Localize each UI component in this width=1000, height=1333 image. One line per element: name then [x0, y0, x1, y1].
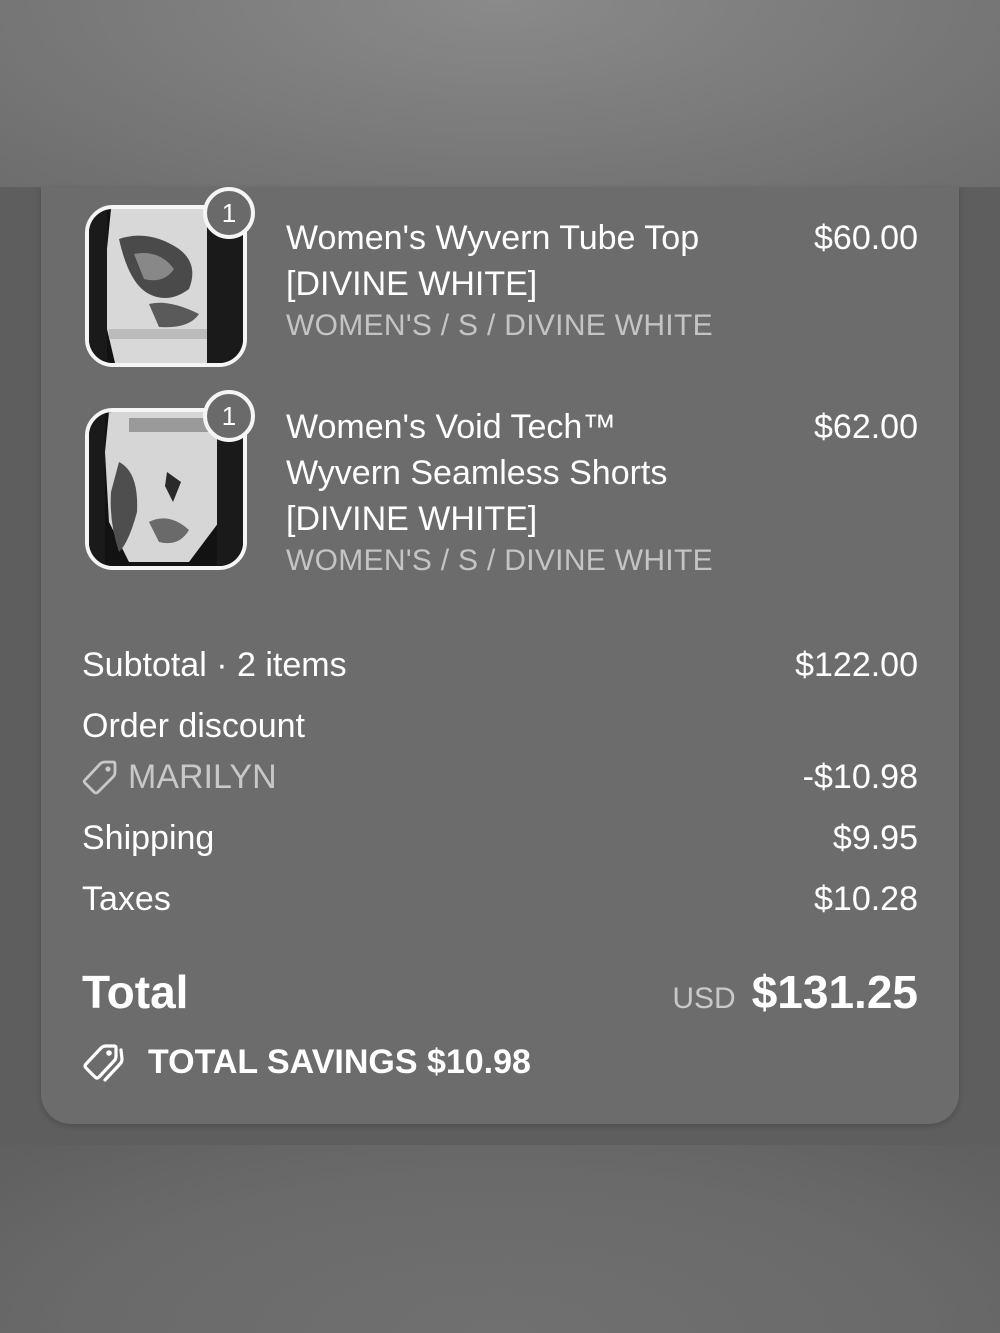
tags-icon: [83, 1044, 124, 1082]
item-title: Women's Void Tech™ Wyvern Seamless Short…: [286, 404, 746, 542]
discount-code: MARILYN: [82, 755, 277, 799]
item-variant: WOMEN'S / S / DIVINE WHITE: [286, 309, 713, 342]
subtotal-label: Subtotal · 2 items: [82, 646, 347, 684]
total-savings: TOTAL SAVINGS $10.98: [82, 1040, 531, 1084]
total-savings-text: TOTAL SAVINGS $10.98: [148, 1043, 531, 1081]
discount-value: -$10.98: [802, 758, 918, 796]
total-label: Total: [82, 966, 189, 1018]
product-thumbnail: 1: [85, 187, 255, 367]
top-dim-overlay: [0, 0, 1000, 187]
shipping-value: $9.95: [832, 819, 918, 857]
item-variant: WOMEN'S / S / DIVINE WHITE: [286, 544, 713, 577]
total-value: USD $131.25: [672, 964, 918, 1027]
discount-code-text: MARILYN: [128, 758, 277, 796]
item-price: $62.00: [814, 408, 918, 446]
product-thumbnail: 1: [85, 390, 255, 570]
order-discount-label: Order discount: [82, 707, 305, 745]
order-summary-card: 1 Women's Wyvern Tube Top [DIVINE WHITE]…: [41, 187, 959, 1124]
taxes-label: Taxes: [82, 880, 171, 918]
item-title-line: [DIVINE WHITE]: [286, 500, 538, 538]
shipping-label: Shipping: [82, 819, 215, 857]
item-title-line: Wyvern Seamless Shorts: [286, 454, 668, 492]
quantity-badge: 1: [203, 390, 255, 442]
item-title-line: Women's Wyvern Tube Top: [286, 219, 700, 257]
total-amount: $131.25: [751, 966, 918, 1018]
bottom-dim-overlay: [0, 1145, 1000, 1333]
item-price: $60.00: [814, 219, 918, 257]
item-title-line: Women's Void Tech™: [286, 408, 617, 446]
subtotal-value: $122.00: [795, 646, 918, 684]
tag-icon: [82, 760, 117, 795]
item-title: Women's Wyvern Tube Top [DIVINE WHITE]: [286, 215, 746, 307]
currency-code: USD: [672, 982, 736, 1015]
item-title-line: [DIVINE WHITE]: [286, 265, 538, 303]
quantity-badge: 1: [203, 187, 255, 239]
taxes-value: $10.28: [814, 880, 918, 918]
